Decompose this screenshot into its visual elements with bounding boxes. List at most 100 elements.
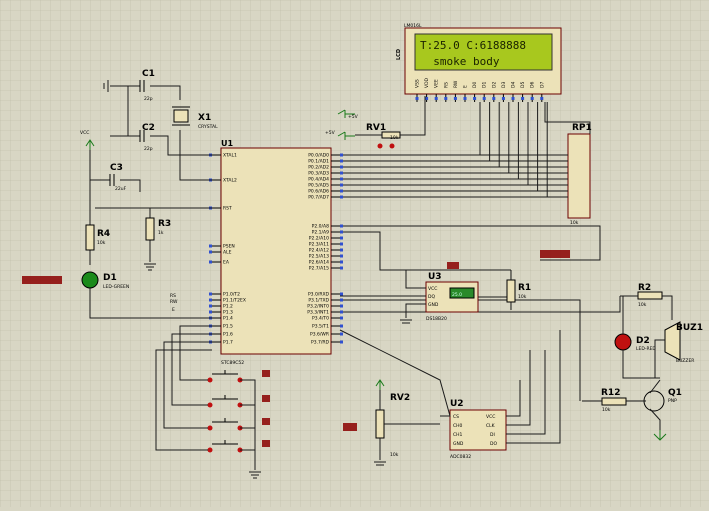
u1-pin-label: P3.4/T0: [312, 316, 329, 322]
svg-text:DO: DO: [490, 441, 497, 447]
svg-text:VCC: VCC: [428, 286, 437, 292]
u1-pin-label: P3.5/T1: [312, 324, 329, 330]
u1-pin-label: XTAL2: [223, 178, 237, 184]
lcd-pin-d2: D2: [491, 82, 497, 88]
rv1-value: 10k: [390, 135, 399, 141]
svg-text:CLK: CLK: [486, 423, 496, 429]
lcd-pin-vss: VSS: [415, 79, 421, 88]
u1-pin-label: P2.3/A11: [309, 242, 329, 248]
u1-pin-label: P1.7: [223, 340, 233, 346]
q1-value: PNP: [668, 398, 677, 404]
vcc-label: VCC: [80, 130, 89, 136]
svg-text:+5V: +5V: [348, 114, 359, 120]
r3-ref: R3: [158, 219, 171, 229]
rp1-ref: RP1: [572, 123, 592, 133]
u1-ref: U1: [221, 139, 233, 148]
lcd-pin-vdd: VDD: [424, 77, 430, 88]
lcd-pin-rw: RW: [453, 80, 459, 88]
u1-pin-label: XTAL1: [223, 153, 237, 159]
lcd-pin-d3: D3: [501, 82, 507, 88]
u1-pin-label: P1.2: [223, 304, 233, 310]
u1-pin-label: P2.1/A9: [312, 230, 329, 236]
c2-ref: C2: [142, 123, 155, 133]
x1-ref: X1: [198, 113, 211, 123]
rv2-cjk-label: [343, 423, 357, 431]
u1-pin-label: P2.6/A14: [309, 260, 329, 266]
u1-pin-label: P2.0/A8: [312, 224, 329, 230]
rv1-ref: RV1: [366, 123, 386, 133]
r3-value: 1k: [158, 230, 164, 236]
u1-pin-label: P0.1/AD1: [308, 159, 329, 165]
u1-pin-label: P3.7/RD: [311, 340, 330, 346]
q1-ref: Q1: [668, 388, 682, 398]
lcd-pin-d6: D6: [530, 82, 536, 88]
e-label: E: [172, 307, 175, 313]
u1-pin-label: PSEN: [223, 244, 235, 250]
u1-pin-label: P2.2/A10: [309, 236, 329, 242]
lcd-part: LM016L: [404, 23, 422, 29]
r2-ref: R2: [638, 283, 651, 293]
c3-value: 22uF: [115, 186, 127, 192]
lcd-pin-d0: D0: [472, 82, 478, 88]
svg-text:GND: GND: [453, 441, 464, 447]
button-cjk-label: [262, 395, 270, 402]
u3-part: DS18B20: [426, 316, 447, 322]
buz1-value: BUZZER: [676, 358, 694, 364]
r12-value: 10k: [602, 407, 611, 413]
u1-pin-label: RST: [223, 206, 232, 212]
rp1-value: 10k: [570, 220, 579, 226]
u1-pin-label: P3.3/INT1: [307, 310, 329, 316]
d1-cjk-label: [22, 276, 62, 284]
button-cjk-label: [262, 370, 270, 377]
u1-pin-label: P3.2/INT0: [307, 304, 329, 310]
lcd-ref: LCD: [396, 49, 402, 60]
c1-ref: C1: [142, 69, 155, 79]
u1-pin-label: P0.2/AD2: [308, 165, 329, 171]
d2-ref: D2: [636, 336, 650, 346]
u2-ref: U2: [450, 399, 464, 409]
lcd-module[interactable]: T:25.0 C:6188888 smoke body LCD LM016L V…: [396, 23, 562, 102]
r1-value: 10k: [518, 294, 527, 300]
d1-value: LED-GREEN: [103, 284, 129, 290]
lcd-pin-rs: RS: [443, 82, 449, 88]
x1-value: CRYSTAL: [198, 124, 218, 130]
u1-pin-label: ALE: [223, 250, 232, 256]
rw-label: RW: [170, 299, 178, 305]
svg-text:DQ: DQ: [428, 294, 435, 300]
button-cjk-label: [262, 440, 270, 447]
lcd-pin-vee: VEE: [434, 79, 440, 88]
svg-text:DI: DI: [490, 432, 495, 438]
u3-reading: 25.0: [452, 292, 462, 298]
u1-microcontroller[interactable]: U1 STC89C52 XTAL1 XTAL2 RST PSENALE EA P1.0/T…: [209, 139, 343, 366]
u1-pin-label: EA: [223, 260, 230, 266]
u1-pin-label: P0.3/AD3: [308, 171, 329, 177]
u1-pin-label: P2.4/A12: [309, 248, 329, 254]
d1-ref: D1: [103, 273, 117, 283]
lcd-line-2: smoke body: [420, 55, 500, 68]
u1-pin-label: P1.4: [223, 316, 233, 322]
rv2-value: 10k: [390, 452, 399, 458]
d2-led-red: [614, 333, 632, 351]
u1-pin-label: P1.0/T2: [223, 292, 240, 298]
schematic-sheet: T:25.0 C:6188888 smoke body LCD LM016L V…: [0, 0, 709, 507]
u3-ref: U3: [428, 272, 442, 282]
u1-pin-label: P2.7/A15: [309, 266, 329, 272]
u1-pin-label: P1.1/T2EX: [223, 298, 246, 304]
rp1-pack[interactable]: RP1 10k: [567, 123, 592, 226]
lcd-line-1: T:25.0 C:6188888: [420, 39, 526, 52]
u1-pin-label: P3.6/WR: [310, 332, 329, 338]
svg-text:+5V: +5V: [325, 130, 336, 136]
u2-part: ADC0832: [450, 454, 471, 460]
d1-led-green: [81, 271, 99, 289]
u1-pin-label: P2.5/A13: [309, 254, 329, 260]
u1-pin-label: P0.5/AD5: [308, 183, 329, 189]
lcd-pin-d1: D1: [482, 82, 488, 88]
u1-part: STC89C52: [221, 360, 244, 366]
u1-pin-label: P1.6: [223, 332, 233, 338]
lcd-pin-d5: D5: [520, 82, 526, 88]
svg-text:VCC: VCC: [486, 414, 495, 420]
d2-value: LED-RED: [636, 346, 656, 352]
alarm-cjk-label: [540, 250, 570, 258]
svg-text:CH1: CH1: [453, 432, 463, 438]
lcd-pin-d7: D7: [539, 82, 545, 88]
